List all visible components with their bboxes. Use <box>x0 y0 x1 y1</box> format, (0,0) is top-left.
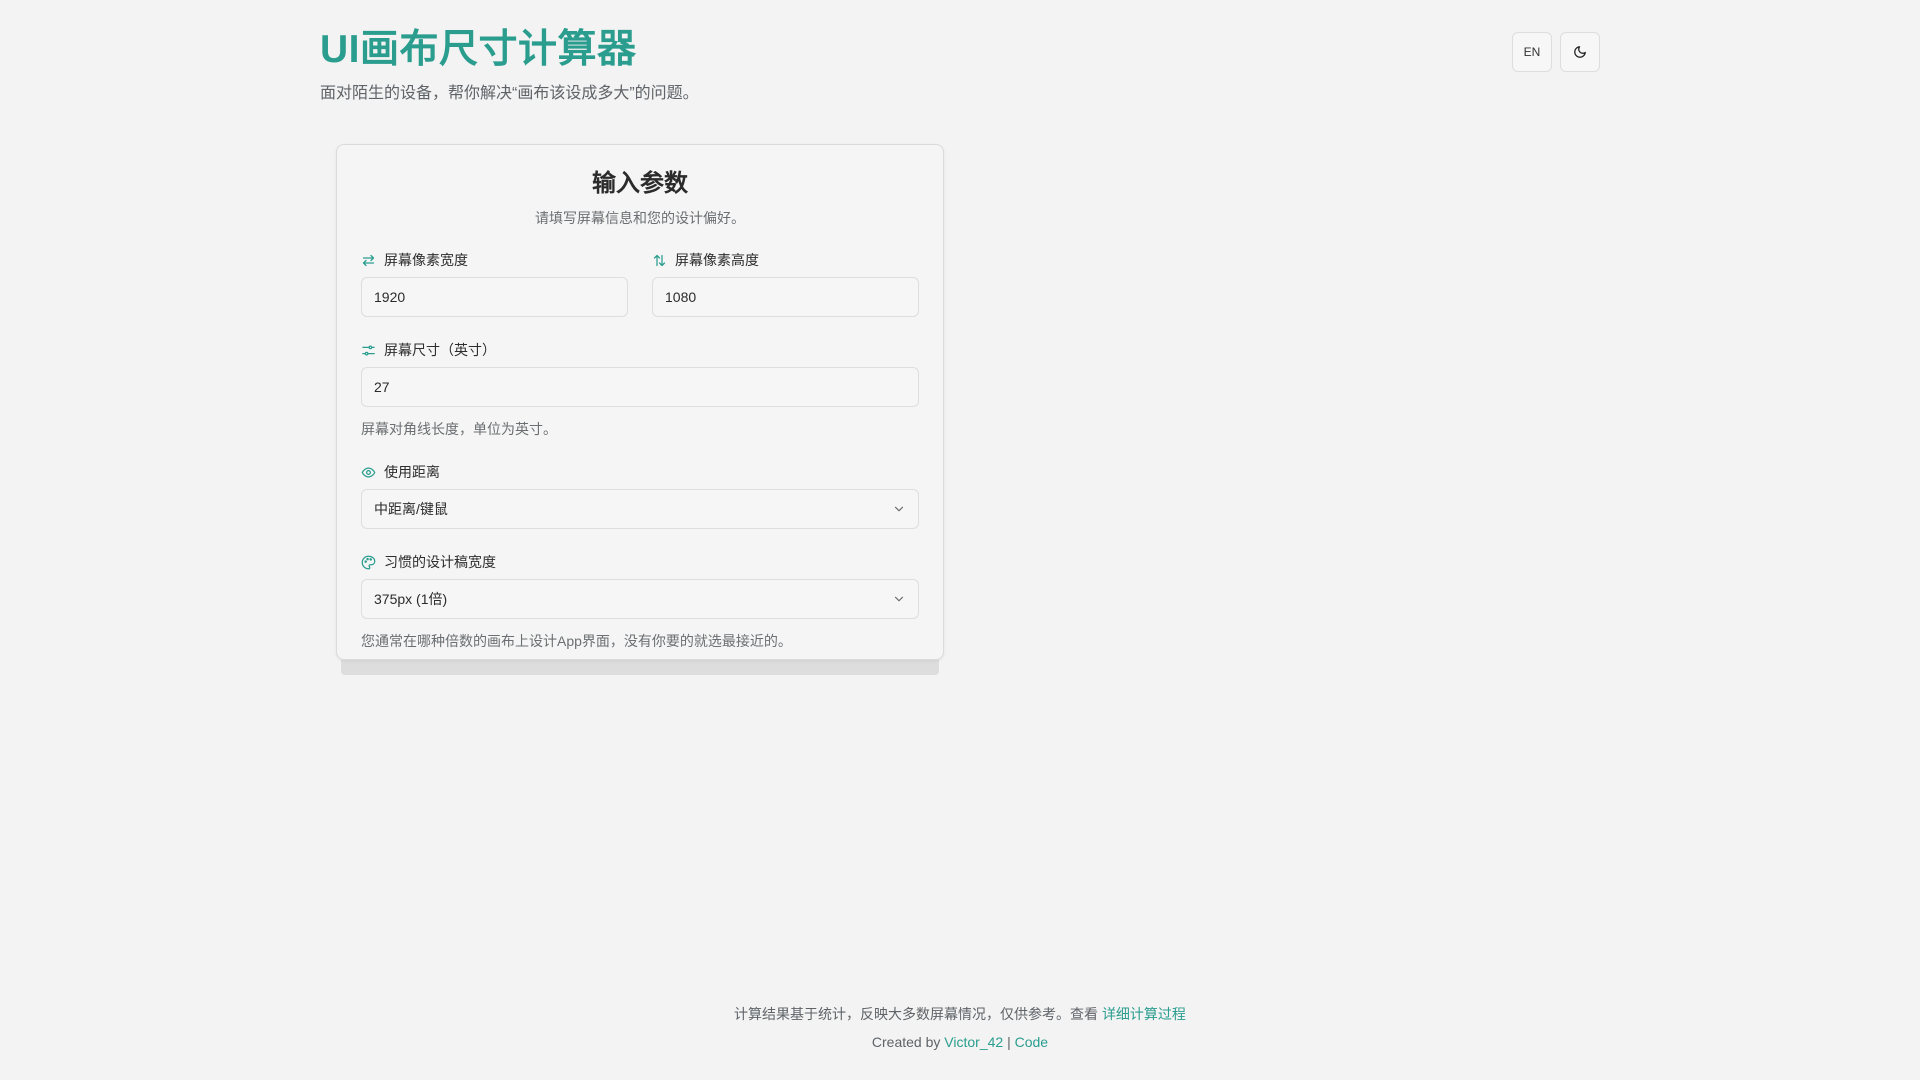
page-header: UI画布尺寸计算器 面对陌生的设备，帮你解决“画布该设成多大”的问题。 <box>320 26 699 103</box>
language-toggle-button[interactable]: EN <box>1512 32 1552 72</box>
footer-separator: | <box>1007 1034 1011 1050</box>
screen-height-input[interactable]: 1080 <box>652 277 919 317</box>
sliders-icon <box>362 345 375 355</box>
screen-size-input[interactable]: 27 <box>361 367 919 407</box>
resolution-row: 屏幕像素宽度 1920 屏幕像素高度 1080 <box>361 251 919 317</box>
design-width-label: 习惯的设计稿宽度 <box>361 553 919 571</box>
chevron-down-icon <box>894 596 904 602</box>
input-parameters-card: 输入参数 请填写屏幕信息和您的设计偏好。 屏幕像素宽度 1920 屏幕像素高度 <box>336 144 944 660</box>
size-field-group: 屏幕尺寸（英寸） 27 屏幕对角线长度，单位为英寸。 <box>361 341 919 439</box>
distance-field-group: 使用距离 中距离/键鼠 <box>361 463 919 529</box>
width-field-group: 屏幕像素宽度 1920 <box>361 251 628 317</box>
width-label: 屏幕像素宽度 <box>361 251 628 269</box>
card-description: 请填写屏幕信息和您的设计偏好。 <box>535 210 745 226</box>
author-link[interactable]: Victor_42 <box>944 1034 1003 1050</box>
arrows-left-right-icon <box>362 254 375 266</box>
distance-selected-value: 中距离/键鼠 <box>374 501 448 517</box>
app-title: UI画布尺寸计算器 <box>320 28 637 71</box>
design-width-select[interactable]: 375px (1倍) <box>361 579 919 619</box>
size-label: 屏幕尺寸（英寸） <box>361 341 919 359</box>
arrows-up-down-icon <box>653 254 666 266</box>
width-label-text: 屏幕像素宽度 <box>384 252 468 268</box>
theme-toggle-button[interactable] <box>1560 32 1600 72</box>
app-subtitle: 面对陌生的设备，帮你解决“画布该设成多大”的问题。 <box>320 85 699 102</box>
created-by-text: Created by <box>871 1034 941 1050</box>
code-link[interactable]: Code <box>1015 1034 1048 1050</box>
distance-label: 使用距离 <box>361 463 919 481</box>
top-actions: EN <box>1512 32 1600 72</box>
design-width-label-text: 习惯的设计稿宽度 <box>384 554 496 570</box>
chevron-down-icon <box>894 506 904 512</box>
card-title: 输入参数 <box>592 170 688 197</box>
page: UI画布尺寸计算器 面对陌生的设备，帮你解决“画布该设成多大”的问题。 EN 输… <box>0 0 1920 1080</box>
design-width-hint: 您通常在哪种倍数的画布上设计App界面，没有你要的就选最接近的。 <box>361 633 792 649</box>
screen-width-input[interactable]: 1920 <box>361 277 628 317</box>
size-label-text: 屏幕尺寸（英寸） <box>384 342 496 358</box>
details-link[interactable]: 详细计算过程 <box>1102 1006 1186 1022</box>
distance-label-text: 使用距离 <box>384 464 440 480</box>
design-width-field-group: 习惯的设计稿宽度 375px (1倍) 您通常在哪种倍数的画布上设计App界面，… <box>361 553 919 651</box>
size-hint: 屏幕对角线长度，单位为英寸。 <box>361 421 557 437</box>
height-field-group: 屏幕像素高度 1080 <box>652 251 919 317</box>
moon-icon <box>1574 46 1586 58</box>
footer-note-line: 计算结果基于统计，反映大多数屏幕情况，仅供参考。查看 详细计算过程 <box>0 1000 1920 1028</box>
page-footer: 计算结果基于统计，反映大多数屏幕情况，仅供参考。查看 详细计算过程 Create… <box>0 1000 1920 1056</box>
eye-icon <box>361 467 376 477</box>
palette-icon <box>361 555 376 569</box>
height-label: 屏幕像素高度 <box>652 251 919 269</box>
height-label-text: 屏幕像素高度 <box>675 252 759 268</box>
design-width-selected-value: 375px (1倍) <box>374 591 448 607</box>
footer-note: 计算结果基于统计，反映大多数屏幕情况，仅供参考。查看 <box>734 1006 1099 1022</box>
distance-select[interactable]: 中距离/键鼠 <box>361 489 919 529</box>
footer-credit-line: Created by Victor_42 | Code <box>0 1028 1920 1056</box>
